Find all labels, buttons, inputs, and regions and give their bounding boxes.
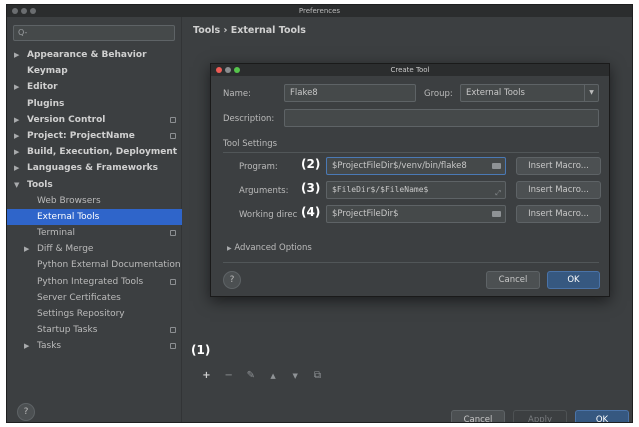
sidebar-item-diff-merge[interactable]: ▶ Diff & Merge bbox=[7, 241, 182, 257]
sidebar-item-project[interactable]: ▶ Project: ProjectName bbox=[7, 128, 182, 144]
apply-button[interactable]: Apply bbox=[513, 410, 567, 422]
folder-icon[interactable] bbox=[492, 163, 501, 169]
sidebar-item-plugins[interactable]: Plugins bbox=[7, 96, 182, 112]
sidebar-item-startup-tasks[interactable]: Startup Tasks bbox=[7, 322, 182, 338]
working-directory-value: $ProjectFileDir$ bbox=[332, 209, 399, 219]
project-settings-icon bbox=[170, 132, 176, 139]
edit-icon[interactable]: ✎ bbox=[241, 370, 260, 381]
add-icon[interactable]: + bbox=[197, 370, 216, 381]
sidebar-item-terminal[interactable]: Terminal bbox=[7, 225, 182, 241]
annotation-1: (1) bbox=[191, 343, 211, 357]
sidebar-item-keymap[interactable]: Keymap bbox=[7, 63, 182, 79]
tool-settings-label: Tool Settings bbox=[223, 139, 278, 149]
sidebar-item-web-browsers[interactable]: Web Browsers bbox=[7, 193, 182, 209]
create-tool-dialog: Create Tool Name: Flake8 Group: External… bbox=[210, 63, 610, 297]
project-settings-icon bbox=[170, 116, 176, 123]
sidebar-item-build[interactable]: ▶ Build, Execution, Deployment bbox=[7, 144, 182, 160]
name-field[interactable]: Flake8 bbox=[284, 84, 416, 102]
settings-sidebar: Q- ▶ Appearance & Behavior Keymap ▶ Editor… bbox=[7, 17, 182, 422]
working-directory-label: Working direc bbox=[239, 210, 298, 220]
ok-button[interactable]: OK bbox=[575, 410, 629, 422]
advanced-options-separator bbox=[223, 262, 599, 263]
sidebar-item-tools[interactable]: ▼ Tools bbox=[7, 177, 182, 193]
sidebar-item-python-docs[interactable]: Python External Documentation bbox=[7, 257, 182, 273]
insert-macro-button-program[interactable]: Insert Macro... bbox=[516, 157, 601, 175]
sidebar-item-server-certs[interactable]: Server Certificates bbox=[7, 290, 182, 306]
project-settings-icon bbox=[170, 230, 176, 237]
dialog-close-button[interactable] bbox=[216, 67, 222, 73]
name-label: Name: bbox=[223, 89, 251, 99]
insert-macro-button-arguments[interactable]: Insert Macro... bbox=[516, 181, 601, 199]
arguments-field[interactable]: $FileDir$/$FileName$ ⤢ bbox=[326, 181, 506, 199]
advanced-options-label: Advanced Options bbox=[234, 243, 312, 253]
sidebar-item-editor[interactable]: ▶ Editor bbox=[7, 79, 182, 95]
annotation-2: (2) bbox=[301, 157, 321, 171]
chevron-right-icon: ▶ bbox=[227, 245, 232, 252]
description-label: Description: bbox=[223, 114, 275, 124]
annotation-4: (4) bbox=[301, 205, 321, 219]
sidebar-item-settings-repo[interactable]: Settings Repository bbox=[7, 306, 182, 322]
window-titlebar: Preferences bbox=[7, 5, 632, 17]
folder-icon[interactable] bbox=[492, 211, 501, 217]
copy-icon[interactable]: ⧉ bbox=[308, 370, 327, 381]
program-field[interactable]: $ProjectFileDir$/venv/bin/flake8 bbox=[326, 157, 506, 175]
sidebar-item-languages[interactable]: ▶ Languages & Frameworks bbox=[7, 160, 182, 176]
description-field[interactable] bbox=[284, 109, 599, 127]
close-window-button[interactable] bbox=[12, 8, 18, 14]
arguments-label: Arguments: bbox=[239, 186, 289, 196]
group-select[interactable]: External Tools ▼ bbox=[460, 84, 599, 102]
project-settings-icon bbox=[170, 278, 176, 285]
sidebar-item-version-control[interactable]: ▶ Version Control bbox=[7, 112, 182, 128]
tool-settings-separator bbox=[223, 152, 599, 153]
breadcrumb: Tools › External Tools bbox=[193, 25, 306, 36]
remove-icon[interactable]: − bbox=[219, 370, 238, 381]
working-directory-field[interactable]: $ProjectFileDir$ bbox=[326, 205, 506, 223]
dialog-titlebar: Create Tool bbox=[211, 64, 609, 76]
minimize-window-button[interactable] bbox=[21, 8, 27, 14]
dialog-zoom-button[interactable] bbox=[234, 67, 240, 73]
group-label: Group: bbox=[424, 89, 453, 99]
project-settings-icon bbox=[170, 327, 176, 334]
zoom-window-button[interactable] bbox=[30, 8, 36, 14]
sidebar-item-tasks[interactable]: ▶ Tasks bbox=[7, 338, 182, 354]
annotation-3: (3) bbox=[301, 181, 321, 195]
program-label: Program: bbox=[239, 162, 278, 172]
external-tools-toolbar: + − ✎ ▲ ▼ ⧉ bbox=[197, 370, 327, 384]
dialog-minimize-button[interactable] bbox=[225, 67, 231, 73]
dialog-help-button[interactable]: ? bbox=[223, 271, 241, 289]
sidebar-item-python-tools[interactable]: Python Integrated Tools bbox=[7, 274, 182, 290]
arguments-field-value: $FileDir$/$FileName$ bbox=[332, 185, 429, 194]
settings-tree: ▶ Appearance & Behavior Keymap ▶ Editor Pl… bbox=[7, 47, 182, 355]
move-up-icon[interactable]: ▲ bbox=[264, 372, 283, 380]
window-title: Preferences bbox=[298, 7, 341, 15]
project-settings-icon bbox=[170, 343, 176, 350]
chevron-down-icon: ▼ bbox=[584, 85, 598, 101]
insert-macro-button-working-dir[interactable]: Insert Macro... bbox=[516, 205, 601, 223]
settings-search-input[interactable]: Q- bbox=[13, 25, 175, 41]
dialog-ok-button[interactable]: OK bbox=[547, 271, 600, 289]
cancel-button[interactable]: Cancel bbox=[451, 410, 505, 422]
advanced-options-toggle[interactable]: ▶ Advanced Options bbox=[227, 243, 312, 253]
expand-icon[interactable]: ⤢ bbox=[495, 185, 501, 198]
move-down-icon[interactable]: ▼ bbox=[286, 372, 305, 380]
dialog-title: Create Tool bbox=[390, 66, 430, 74]
sidebar-item-appearance[interactable]: ▶ Appearance & Behavior bbox=[7, 47, 182, 63]
group-select-value: External Tools bbox=[466, 88, 525, 98]
program-field-value: $ProjectFileDir$/venv/bin/flake8 bbox=[332, 161, 467, 171]
sidebar-item-external-tools[interactable]: External Tools bbox=[7, 208, 182, 226]
help-button[interactable]: ? bbox=[17, 403, 35, 421]
dialog-cancel-button[interactable]: Cancel bbox=[486, 271, 540, 289]
